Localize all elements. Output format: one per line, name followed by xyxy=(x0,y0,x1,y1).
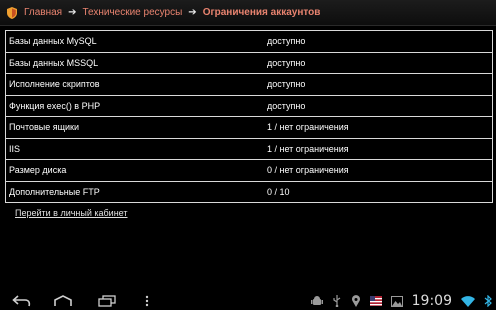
wifi-icon xyxy=(461,296,475,307)
arrow-right-icon: ➔ xyxy=(188,7,197,18)
limit-value: доступно xyxy=(267,79,306,90)
home-icon[interactable] xyxy=(52,292,74,310)
back-icon[interactable] xyxy=(10,292,34,310)
limit-value: доступно xyxy=(267,36,306,47)
table-row: Базы данных MSSQL доступно xyxy=(6,53,492,74)
table-row: Почтовые ящики 1 / нет ограничения xyxy=(6,117,492,139)
limit-name: IIS xyxy=(9,143,21,154)
personal-cabinet-link[interactable]: Перейти в личный кабинет xyxy=(15,208,128,218)
image-icon xyxy=(390,295,403,307)
system-navigation-bar: 19:09 xyxy=(0,292,496,310)
table-row: Базы данных MySQL доступно xyxy=(6,31,492,53)
table-row: Функция exec() в PHP доступно xyxy=(6,96,492,117)
limit-name: Исполнение скриптов xyxy=(9,79,100,90)
menu-icon[interactable] xyxy=(141,292,153,310)
breadcrumb: Главная ➔ Технические ресурсы ➔ Ограниче… xyxy=(0,0,496,26)
table-row: Дополнительные FTP 0 / 10 xyxy=(6,182,492,203)
arrow-right-icon: ➔ xyxy=(68,7,77,18)
limit-name: Размер диска xyxy=(9,165,67,176)
limit-name: Базы данных MSSQL xyxy=(9,57,99,68)
limit-value: 0 / нет ограничения xyxy=(267,165,349,176)
breadcrumb-home-link[interactable]: Главная xyxy=(24,7,62,18)
table-row: Размер диска 0 / нет ограничения xyxy=(6,160,492,182)
limit-value: доступно xyxy=(267,57,306,68)
status-bar-area[interactable]: 19:09 xyxy=(310,292,492,310)
table-row: IIS 1 / нет ограничения xyxy=(6,139,492,160)
limit-name: Дополнительные FTP xyxy=(9,186,100,197)
bluetooth-icon xyxy=(484,295,492,307)
shield-logo-icon xyxy=(7,6,17,19)
breadcrumb-current-page: Ограничения аккаунтов xyxy=(202,7,321,18)
limit-name: Базы данных MySQL xyxy=(9,36,97,47)
limit-value: 0 / 10 xyxy=(267,186,290,197)
android-debug-icon xyxy=(310,296,323,305)
limit-name: Почтовые ящики xyxy=(9,122,80,133)
usb-icon xyxy=(333,295,340,307)
location-icon xyxy=(351,295,360,307)
clock: 19:09 xyxy=(411,293,452,309)
limit-value: 1 / нет ограничения xyxy=(267,122,349,133)
flag-icon xyxy=(369,296,382,306)
limit-value: 1 / нет ограничения xyxy=(267,143,349,154)
table-row: Исполнение скриптов доступно xyxy=(6,74,492,96)
breadcrumb-tech-resources-link[interactable]: Технические ресурсы xyxy=(82,7,182,18)
recent-apps-icon[interactable] xyxy=(96,292,118,310)
limit-value: доступно xyxy=(267,100,306,111)
limit-name: Функция exec() в PHP xyxy=(9,100,101,111)
account-limits-table: Базы данных MySQL доступно Базы данных M… xyxy=(5,30,493,203)
